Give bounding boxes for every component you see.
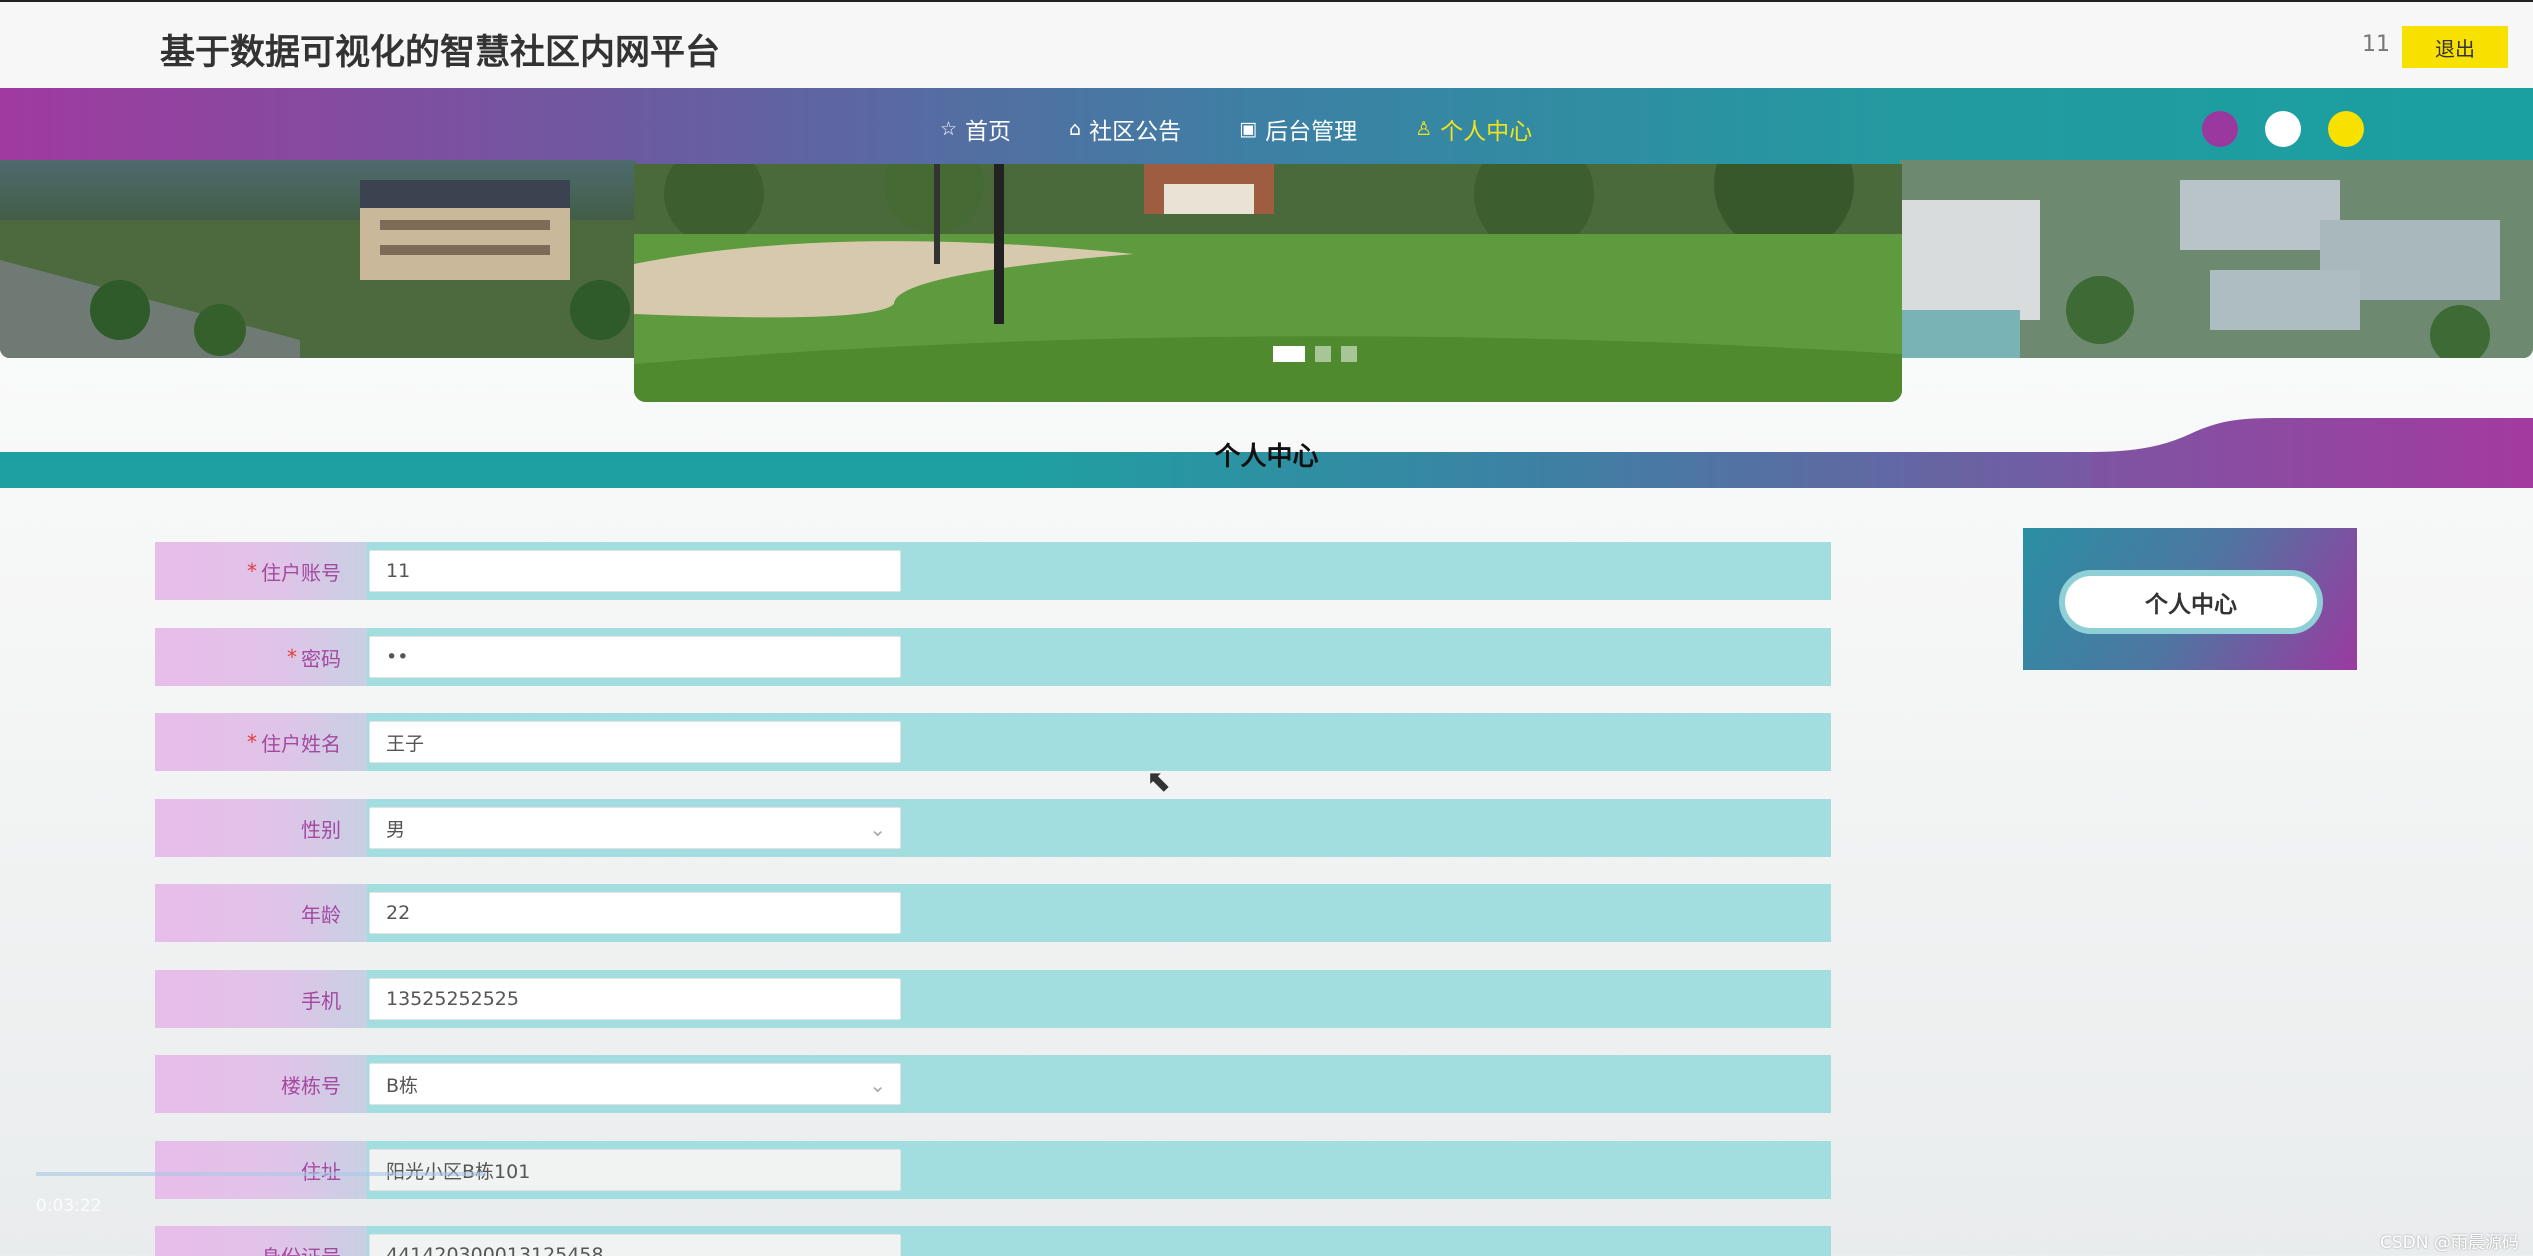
form-label-text: 住户姓名 xyxy=(261,731,341,756)
field-value: 阳光小区B栋101 xyxy=(386,1157,530,1184)
sidebar-menu: 个人中心 xyxy=(2023,528,2357,670)
banner-carousel-image[interactable] xyxy=(634,164,1902,402)
form-label: * 住户姓名 xyxy=(155,713,367,771)
password-field[interactable]: •• xyxy=(369,636,901,678)
nav-item-label: 后台管理 xyxy=(1265,119,1358,145)
text-field[interactable]: 22 xyxy=(369,892,901,934)
video-progress-bar xyxy=(36,1172,486,1176)
nav-item-label: 个人中心 xyxy=(1440,119,1533,145)
theme-yellow-button[interactable] xyxy=(2328,111,2364,147)
text-field[interactable]: 阳光小区B栋101 xyxy=(369,1149,901,1191)
nav-item-home[interactable]: ☆ 首页 xyxy=(940,112,1011,146)
sidebar-item-profile[interactable]: 个人中心 xyxy=(2059,570,2323,634)
text-field[interactable]: 11 xyxy=(369,550,901,592)
site-title: 基于数据可视化的智慧社区内网平台 xyxy=(160,33,721,73)
form-row: * 住户账号 11 xyxy=(155,542,1831,600)
form-row: 手机 13525252525 xyxy=(155,970,1831,1028)
field-value: 13525252525 xyxy=(386,988,519,1010)
banner-side-image-right xyxy=(1900,160,2533,358)
nav-item-announcements[interactable]: ⌂ 社区公告 xyxy=(1069,112,1181,146)
watermark: CSDN @雨晨源码 xyxy=(2380,1233,2519,1253)
required-marker: * xyxy=(247,730,257,754)
select-field[interactable]: B栋 ⌄ xyxy=(369,1063,901,1105)
page-title: 个人中心 xyxy=(1214,442,1319,472)
form-label-text: 性别 xyxy=(301,817,341,842)
form-label-text: 年龄 xyxy=(301,902,341,927)
required-marker: * xyxy=(287,645,297,669)
form-label-text: 身份证号 xyxy=(261,1241,341,1256)
top-bar: 基于数据可视化的智慧社区内网平台 11 退出 xyxy=(0,0,2533,88)
text-field[interactable]: 441420300013125458 xyxy=(369,1234,901,1256)
form-label: 身份证号 xyxy=(155,1226,367,1256)
form-row: 身份证号 441420300013125458 xyxy=(155,1226,1831,1256)
form-label: * 住户账号 xyxy=(155,542,367,600)
form-label-text: 楼栋号 xyxy=(281,1073,341,1098)
video-time: 0:03:22 xyxy=(36,1196,102,1216)
form-row: 年龄 22 xyxy=(155,884,1831,942)
form-label: 性别 xyxy=(155,799,367,857)
field-value: B栋 xyxy=(386,1074,419,1097)
field-value: 男 xyxy=(386,818,406,841)
form-row: 住址 阳光小区B栋101 xyxy=(155,1141,1831,1199)
form-label-text: 住址 xyxy=(301,1156,341,1185)
form-label: * 密码 xyxy=(155,628,367,686)
nav-item-label: 首页 xyxy=(965,119,1012,145)
text-field[interactable]: 13525252525 xyxy=(369,978,901,1020)
star-icon: ☆ xyxy=(940,118,958,140)
theme-purple-button[interactable] xyxy=(2202,111,2238,147)
form-label-text: 住户账号 xyxy=(261,560,341,585)
nav-item-profile[interactable]: ♙ 个人中心 xyxy=(1415,112,1532,146)
nav-menu: ☆ 首页 ⌂ 社区公告 ▣ 后台管理 ♙ 个人中心 xyxy=(940,88,1590,170)
nav-item-label: 社区公告 xyxy=(1089,119,1182,145)
user-icon: ♙ xyxy=(1415,118,1433,140)
form-label: 年龄 xyxy=(155,884,367,942)
nav-item-admin[interactable]: ▣ 后台管理 xyxy=(1239,112,1357,146)
current-username: 11 xyxy=(2362,32,2390,57)
field-value: 441420300013125458 xyxy=(386,1244,604,1256)
form-row: 楼栋号 B栋 ⌄ xyxy=(155,1055,1831,1113)
form-label: 楼栋号 xyxy=(155,1055,367,1113)
form-row: * 密码 •• xyxy=(155,628,1831,686)
select-field[interactable]: 男 ⌄ xyxy=(369,807,901,849)
required-marker: * xyxy=(247,559,257,583)
form-label-text: 密码 xyxy=(301,646,341,671)
chevron-down-icon: ⌄ xyxy=(869,817,886,841)
form-row: 性别男 ⌄ xyxy=(155,799,1831,857)
carousel-dot[interactable] xyxy=(1315,346,1331,362)
field-value: 王子 xyxy=(386,732,425,755)
form-label: 手机 xyxy=(155,970,367,1028)
form-label: 住址 xyxy=(155,1141,367,1199)
bag-icon: ⌂ xyxy=(1069,118,1082,140)
field-value: 11 xyxy=(386,560,411,582)
logout-button[interactable]: 退出 xyxy=(2402,26,2508,68)
carousel-dot[interactable] xyxy=(1273,346,1305,362)
text-field[interactable]: 王子 xyxy=(369,721,901,763)
mouse-cursor-icon: ⬉ xyxy=(1146,764,1172,799)
carousel-indicators xyxy=(1273,346,1357,362)
briefcase-icon: ▣ xyxy=(1239,118,1258,140)
form-label-text: 手机 xyxy=(301,988,341,1013)
banner-side-image-left xyxy=(0,160,636,358)
carousel-dot[interactable] xyxy=(1341,346,1357,362)
field-value: 22 xyxy=(386,902,411,924)
theme-white-button[interactable] xyxy=(2265,111,2301,147)
form-row: * 住户姓名 王子 xyxy=(155,713,1831,771)
chevron-down-icon: ⌄ xyxy=(869,1073,886,1097)
field-value: •• xyxy=(386,646,409,668)
